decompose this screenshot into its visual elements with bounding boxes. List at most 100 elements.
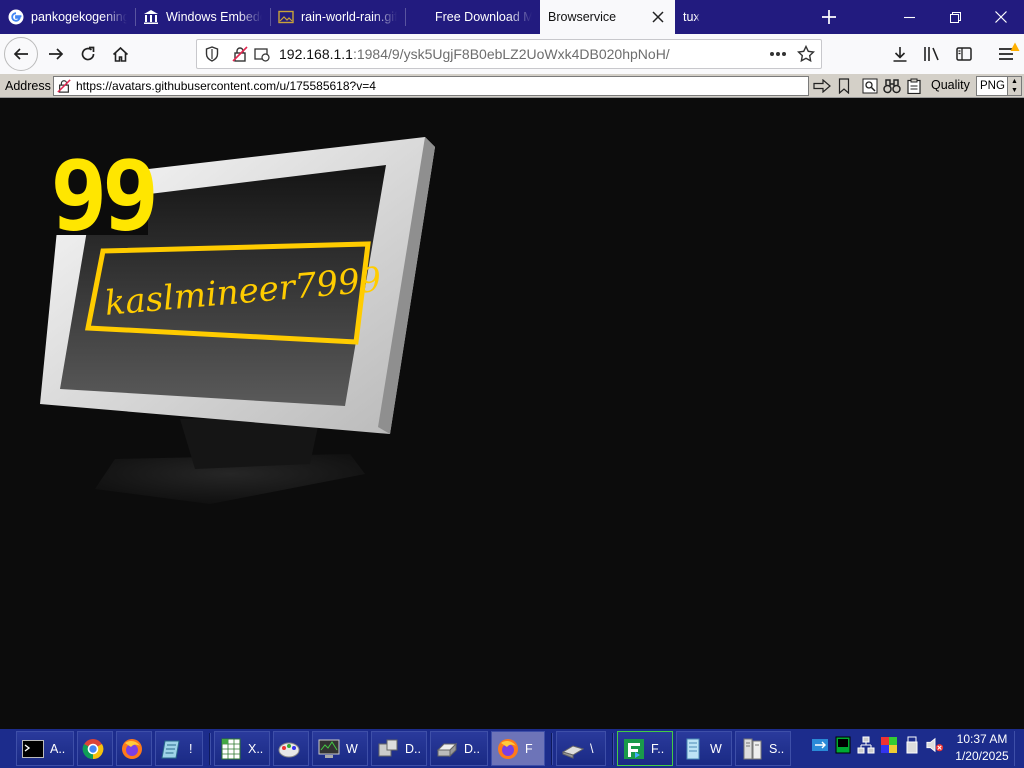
taskbar-item-firefox[interactable] [116,731,152,766]
url-text: 192.168.1.1:1984/9/ysk5UgjF8B0ebLZ2UoWxk… [279,46,670,62]
taskbar-separator [551,732,553,765]
clock-time: 10:37 AM [956,732,1008,746]
taskbar-item-server[interactable]: S.. [735,731,791,766]
binoculars-icon [883,79,901,94]
tab-tux[interactable]: tux [675,0,810,34]
taskbar-label: A.. [50,741,66,756]
color-app-icon[interactable] [880,735,898,755]
menu-button[interactable] [990,38,1022,70]
bookmark-button[interactable] [834,76,854,96]
spin-down-icon[interactable]: ▼ [1008,86,1021,95]
download-icon [893,47,907,62]
home-icon [112,46,128,62]
sync-icon[interactable] [811,735,829,755]
terminal-tray-icon[interactable] [834,735,852,755]
minimize-button[interactable] [886,0,932,34]
badge-99: 99 [50,140,154,252]
find-button[interactable] [882,76,902,96]
taskbar-item-spreadsheet[interactable]: X.. [214,731,270,766]
go-button[interactable] [812,76,832,96]
restore-button[interactable] [932,0,978,34]
url-bar[interactable]: 192.168.1.1:1984/9/ysk5UgjF8B0ebLZ2UoWxk… [196,39,822,69]
monitor-app-icon [317,737,341,761]
library-button[interactable] [916,38,948,70]
taskbar-label: F.. [651,741,665,756]
paint-icon [278,737,300,761]
taskbar-label: D.. [464,741,480,756]
forward-button[interactable] [40,38,72,70]
tab-windows-embedded[interactable]: Windows Embedded [135,0,270,34]
show-desktop-button[interactable] [1014,731,1024,766]
address-value: https://avatars.githubusercontent.com/u/… [76,79,376,93]
quality-value: PNG [980,80,1005,92]
sidebar-icon [956,47,972,61]
taskbar-item-paint[interactable] [273,731,309,766]
url-path: :1984/9/ysk5UgjF8B0ebLZ2UoWxk4DB020hpNoH… [352,46,670,62]
tab-pankogekogening[interactable]: pankogekogening [0,0,135,34]
quality-spinner[interactable]: ▲ ▼ [1007,77,1021,95]
taskbar-item-notepad[interactable]: ! [155,731,203,766]
taskbar-item-document[interactable]: W [676,731,732,766]
sidebar-button[interactable] [948,38,980,70]
volume-muted-icon[interactable] [926,735,944,755]
file-manager-icon [622,737,646,761]
server-icon [740,737,764,761]
bookmark-icon [838,78,850,94]
permissions-icon[interactable] [251,43,273,65]
tab-title: Browservice [548,10,617,24]
quality-selector[interactable]: PNG ▲ ▼ [976,76,1022,96]
spin-up-icon[interactable]: ▲ [1008,77,1021,86]
browservice-address-bar: Address https://avatars.githubuserconten… [0,74,1024,98]
tab-rain-world-gif[interactable]: rain-world-rain.gif [270,0,405,34]
computer-icon [376,737,400,761]
taskbar-item-firefox-active[interactable]: F [491,731,545,766]
bookmark-star-icon[interactable] [795,43,817,65]
taskbar-item-terminal[interactable]: A.. [16,731,74,766]
close-tab-icon[interactable] [649,8,667,26]
system-tray [811,735,944,755]
address-input[interactable]: https://avatars.githubusercontent.com/u/… [53,76,809,96]
navigation-toolbar: 192.168.1.1:1984/9/ysk5UgjF8B0ebLZ2UoWxk… [0,34,1024,74]
firefox-icon [121,737,143,761]
arrow-right-icon [813,79,831,93]
back-button[interactable] [4,37,38,71]
page-actions-icon[interactable] [767,43,789,65]
downloads-button[interactable] [884,38,916,70]
network-icon[interactable] [857,735,875,755]
taskbar-item-file-manager[interactable]: F.. [617,731,673,766]
image-icon [278,9,294,25]
taskbar-item-network-drive[interactable]: \ [556,731,606,766]
tab-free-download-manager[interactable]: Free Download Manager [405,0,540,34]
taskbar-label: W [710,741,722,756]
page-viewport[interactable]: kaslmineer7999 99 [0,99,1024,762]
taskbar-label: S.. [769,741,785,756]
taskbar-separator [612,732,614,765]
clock[interactable]: 10:37 AM 1/20/2025 [952,731,1012,765]
taskbar-item-drive[interactable]: D.. [430,731,488,766]
tab-browservice[interactable]: Browservice [540,0,675,34]
clipboard-button[interactable] [904,76,924,96]
insecure-lock-icon[interactable] [229,43,251,65]
taskbar-separator [209,732,211,765]
zoom-button[interactable] [860,76,880,96]
terminal-icon [21,737,45,761]
close-window-button[interactable] [978,0,1024,34]
taskbar: A.. ! X.. W D.. D.. F \ F.. W S.. 10:37 … [0,729,1024,768]
tab-title: rain-world-rain.gif [301,10,397,24]
taskbar-item-chrome[interactable] [77,731,113,766]
shield-icon[interactable] [201,43,223,65]
arrow-left-icon [13,48,28,60]
notepad-icon [160,737,184,761]
address-label: Address [5,78,51,93]
new-tab-button[interactable] [812,0,846,34]
usb-icon[interactable] [903,735,921,755]
taskbar-item-monitor-app[interactable]: W [312,731,368,766]
taskbar-item-computer[interactable]: D.. [371,731,427,766]
reload-button[interactable] [72,38,104,70]
taskbar-label: D.. [405,741,421,756]
insecure-lock-icon [57,79,71,93]
page-zoom-icon [862,78,878,94]
taskbar-label: \ [590,741,594,756]
avatar-image: kaslmineer7999 99 [40,137,435,504]
home-button[interactable] [104,38,136,70]
